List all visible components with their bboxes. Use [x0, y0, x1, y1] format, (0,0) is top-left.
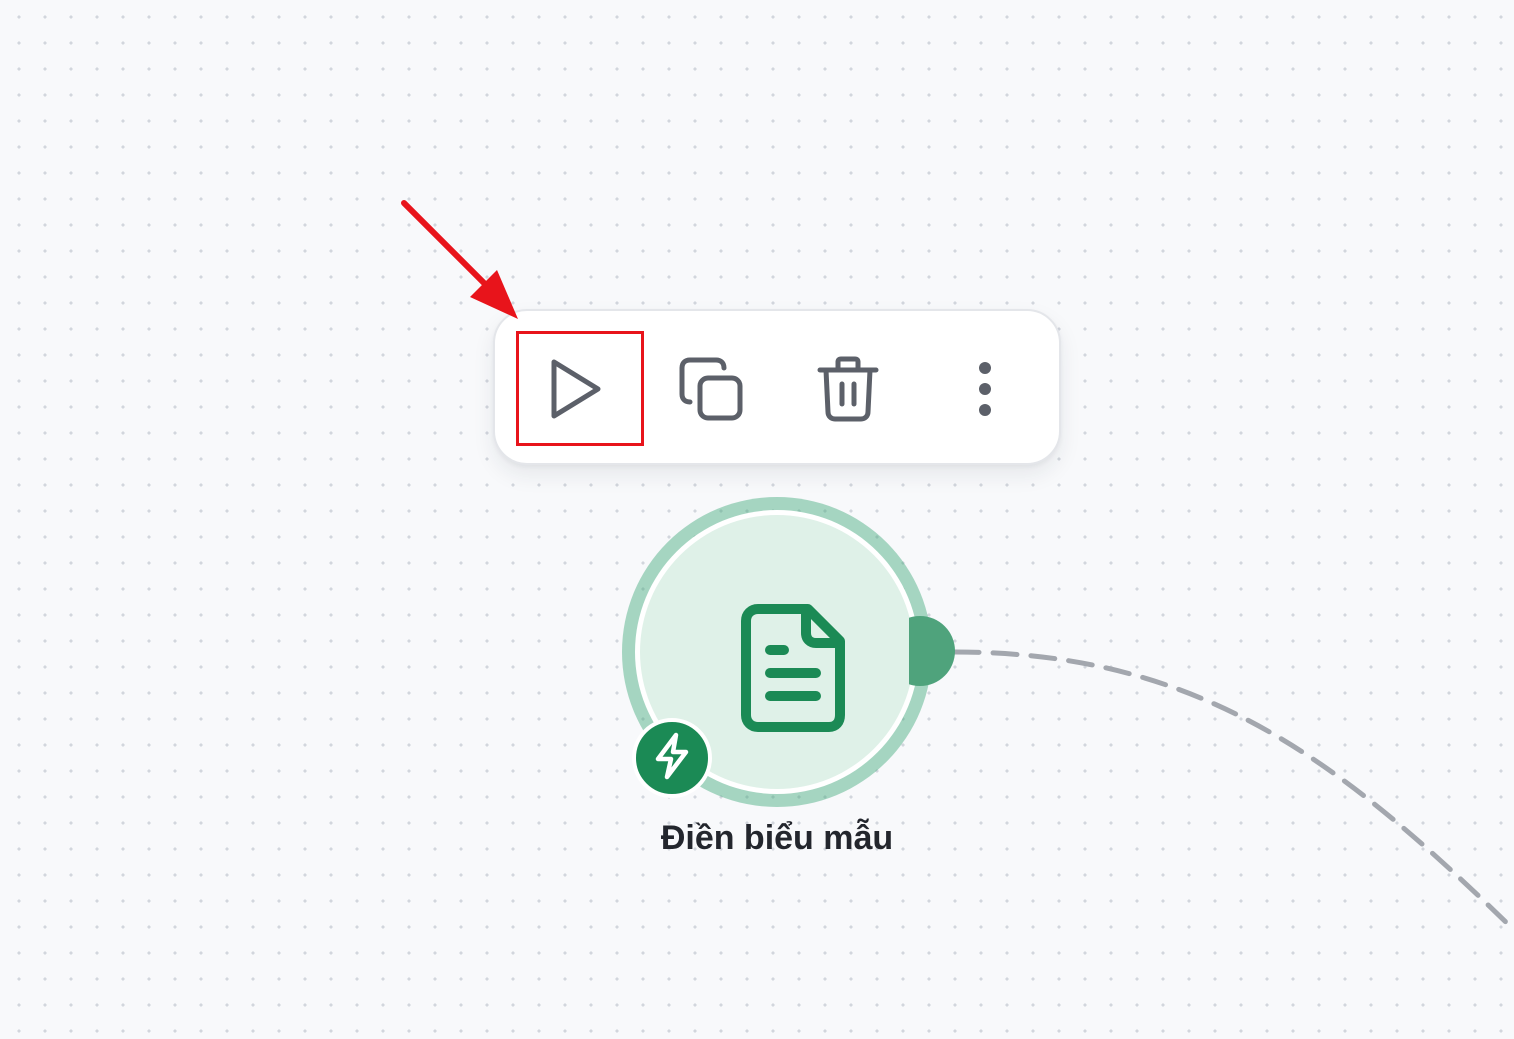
highlight-box — [516, 331, 644, 446]
more-options-button[interactable] — [947, 351, 1023, 427]
workflow-canvas[interactable]: Điền biểu mẫu — [0, 0, 1514, 1039]
node-output-handle[interactable] — [909, 616, 955, 686]
delete-button[interactable] — [810, 351, 886, 427]
copy-icon — [678, 356, 744, 422]
trigger-badge — [632, 718, 712, 798]
trash-icon — [817, 356, 879, 422]
lightning-icon — [650, 732, 694, 785]
duplicate-button[interactable] — [673, 351, 749, 427]
node-label: Điền biểu mẫu — [660, 819, 894, 857]
document-icon — [740, 603, 846, 738]
more-vertical-icon — [975, 359, 995, 419]
